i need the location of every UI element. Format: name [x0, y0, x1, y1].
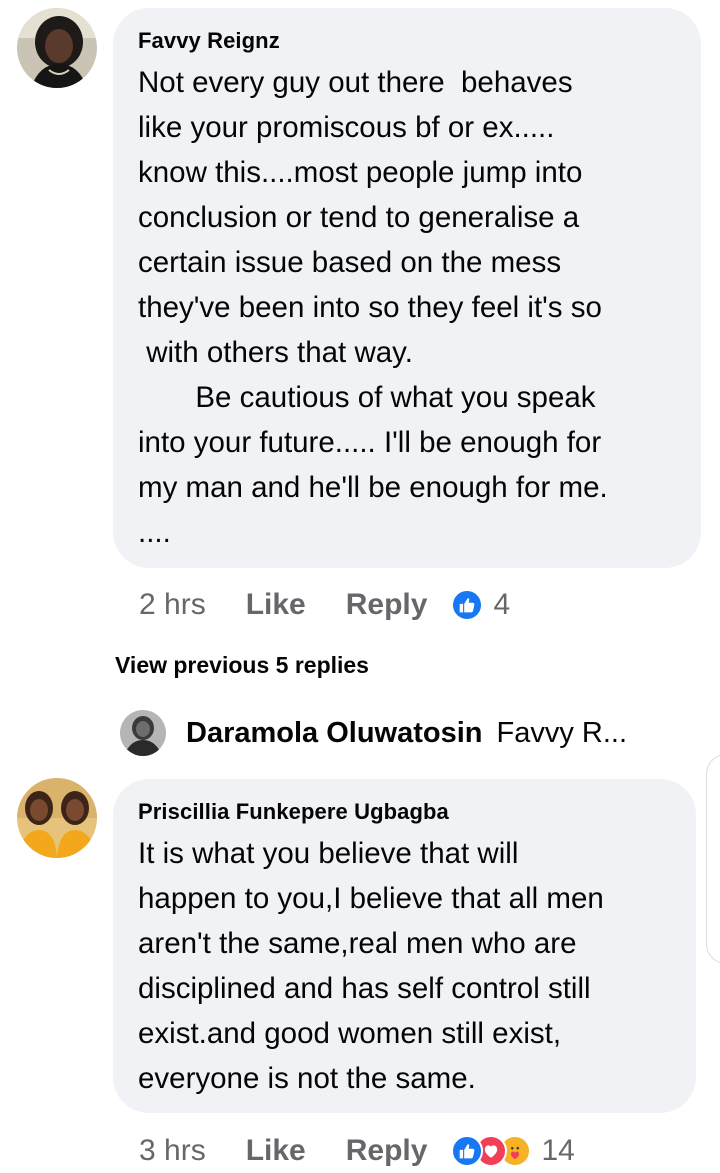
reply-button[interactable]: Reply: [346, 1134, 428, 1168]
like-icon: [451, 589, 484, 621]
avatar-favvy-reignz[interactable]: [17, 8, 97, 88]
reaction-count: 14: [541, 1134, 575, 1167]
reaction-summary[interactable]: 14: [451, 1134, 575, 1168]
reply-preview[interactable]: Daramola Oluwatosin Favvy R...: [120, 708, 627, 758]
avatar-daramola-oluwatosin: [120, 710, 166, 756]
comment-bubble: Favvy Reignz Not every guy out there beh…: [113, 8, 701, 568]
reply-button[interactable]: Reply: [346, 588, 428, 622]
like-button[interactable]: Like: [246, 1134, 306, 1168]
comment-author[interactable]: Priscillia Funkepere Ugbagba: [138, 799, 672, 825]
like-button[interactable]: Like: [246, 588, 306, 622]
reaction-summary[interactable]: 4: [451, 588, 510, 622]
reply-snippet: Favvy R...: [496, 716, 628, 749]
comment-timestamp[interactable]: 2 hrs: [139, 588, 206, 622]
comment-timestamp[interactable]: 3 hrs: [139, 1134, 206, 1168]
avatar-priscillia-funkepere-ugbagba[interactable]: [17, 778, 97, 858]
comment-bubble: Priscillia Funkepere Ugbagba It is what …: [113, 779, 696, 1113]
reply-author[interactable]: Daramola Oluwatosin: [186, 717, 483, 750]
comment-text: Not every guy out there behaves like you…: [138, 66, 608, 549]
comment-author[interactable]: Favvy Reignz: [138, 28, 677, 54]
comment-text: It is what you believe that will happen …: [138, 837, 604, 1095]
reaction-count: 4: [493, 588, 511, 621]
comment-actions: 2 hrs Like Reply 4: [139, 583, 510, 627]
view-previous-replies-link[interactable]: View previous 5 replies: [115, 652, 369, 679]
thread-edge: [706, 754, 720, 964]
comment-actions: 3 hrs Like Reply 14: [139, 1129, 575, 1173]
